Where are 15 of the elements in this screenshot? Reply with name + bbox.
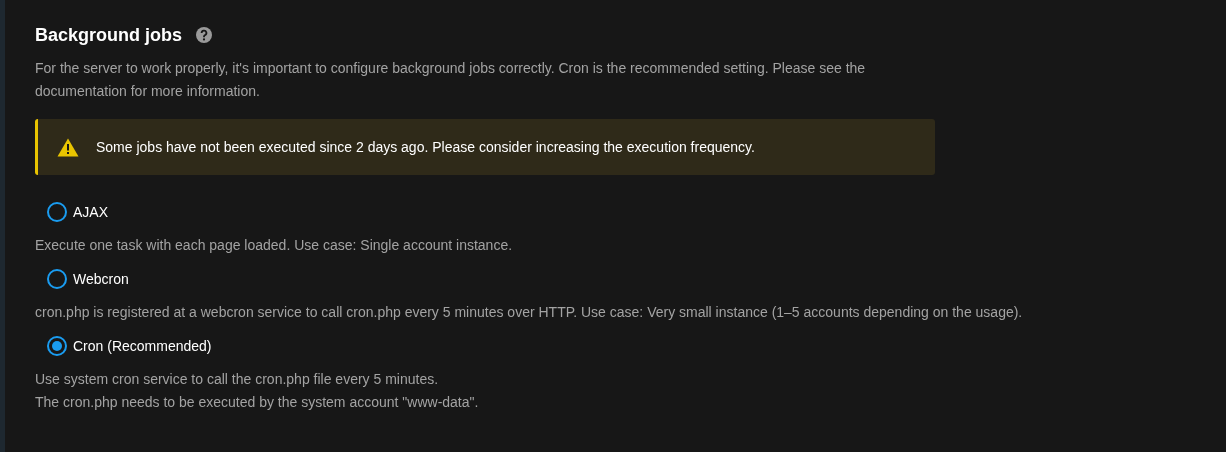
- radio-button[interactable]: [47, 336, 67, 356]
- warning-text: Some jobs have not been executed since 2 days ago. Please consider increasing the execution frequency.: [96, 137, 755, 157]
- option-description: Execute one task with each page loaded. Use case: Single account instance.: [35, 236, 514, 255]
- section-description: For the server to work properly, it's important to configure background jobs correctly. Cron is the recommended setting. Please see the documentation for more information.: [35, 59, 867, 101]
- option-description: The cron.php needs to be executed by the system account "www-data".: [35, 393, 480, 412]
- option-description: Use system cron service to call the cron.php file every 5 minutes.: [35, 370, 440, 389]
- help-icon[interactable]: [195, 26, 213, 44]
- radio-option[interactable]: AJAX: [47, 190, 1023, 234]
- radio-button[interactable]: [47, 202, 67, 222]
- section-title: Background jobs: [35, 23, 182, 47]
- option-description: cron.php is registered at a webcron service to call cron.php every 5 minutes over HTTP. Use case: Very small instance (1–5 accounts depending on the usage).: [35, 303, 1023, 322]
- radio-option[interactable]: Cron (Recommended): [47, 324, 1023, 368]
- warning-icon: [57, 137, 79, 157]
- radio-button[interactable]: [47, 269, 67, 289]
- radio-option[interactable]: Webcron: [47, 257, 1023, 301]
